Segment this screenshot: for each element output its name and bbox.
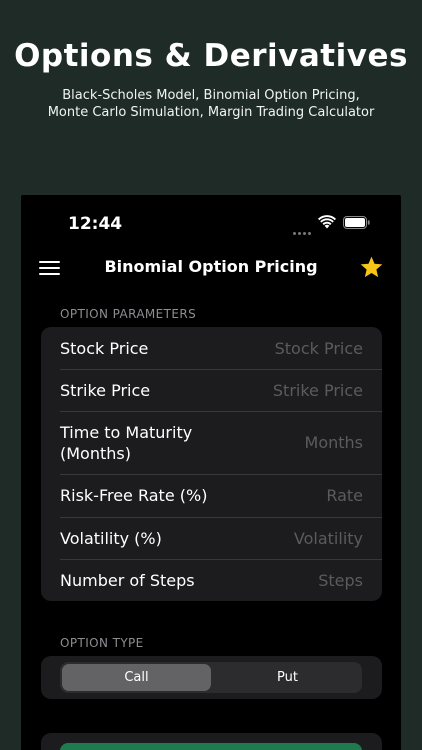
time-to-maturity-label: Time to Maturity (Months): [60, 422, 193, 463]
segment-put[interactable]: Put: [213, 662, 362, 693]
time-to-maturity-input[interactable]: [233, 433, 363, 452]
strike-price-label: Strike Price: [60, 380, 151, 400]
signal-dots-icon: [293, 222, 313, 235]
volatility-input[interactable]: [233, 528, 363, 548]
risk-free-rate-input[interactable]: [233, 486, 363, 505]
navigation-bar: Binomial Option Pricing: [21, 253, 401, 283]
option-parameters-header: OPTION PARAMETERS: [60, 307, 197, 321]
option-type-header: OPTION TYPE: [60, 636, 144, 650]
action-card: [41, 733, 382, 750]
stock-price-input[interactable]: [233, 338, 363, 358]
promo-title: Options & Derivatives: [14, 38, 408, 74]
number-of-steps-label: Number of Steps: [60, 570, 195, 590]
promo-subtitle: Black-Scholes Model, Binomial Option Pri…: [47, 88, 375, 120]
strike-price-input[interactable]: [233, 380, 363, 400]
option-type-segments: Call Put: [60, 662, 362, 693]
time-to-maturity-row: Time to Maturity (Months): [41, 411, 382, 474]
number-of-steps-row: Number of Steps: [41, 559, 382, 601]
risk-free-rate-label: Risk-Free Rate (%): [60, 486, 208, 505]
option-parameters-group: Stock Price Strike Price Time to Maturit…: [41, 327, 382, 601]
phone-screen: 12:44 Binomial Option Pricing OPTION PAR…: [21, 195, 401, 750]
status-time: 12:44: [68, 214, 123, 234]
calculate-button[interactable]: [60, 743, 362, 750]
stock-price-row: Stock Price: [41, 327, 382, 369]
volatility-row: Volatility (%): [41, 517, 382, 559]
stock-price-label: Stock Price: [60, 338, 149, 358]
favorite-star-icon[interactable]: [359, 255, 384, 280]
number-of-steps-input[interactable]: [233, 570, 363, 590]
segment-call[interactable]: Call: [62, 664, 211, 691]
volatility-label: Volatility (%): [60, 528, 162, 548]
option-type-control: Call Put: [41, 656, 382, 699]
risk-free-rate-row: Risk-Free Rate (%): [41, 474, 382, 517]
battery-icon: [343, 216, 370, 229]
strike-price-row: Strike Price: [41, 369, 382, 411]
page-title: Binomial Option Pricing: [104, 257, 318, 276]
wifi-icon: [318, 215, 336, 229]
